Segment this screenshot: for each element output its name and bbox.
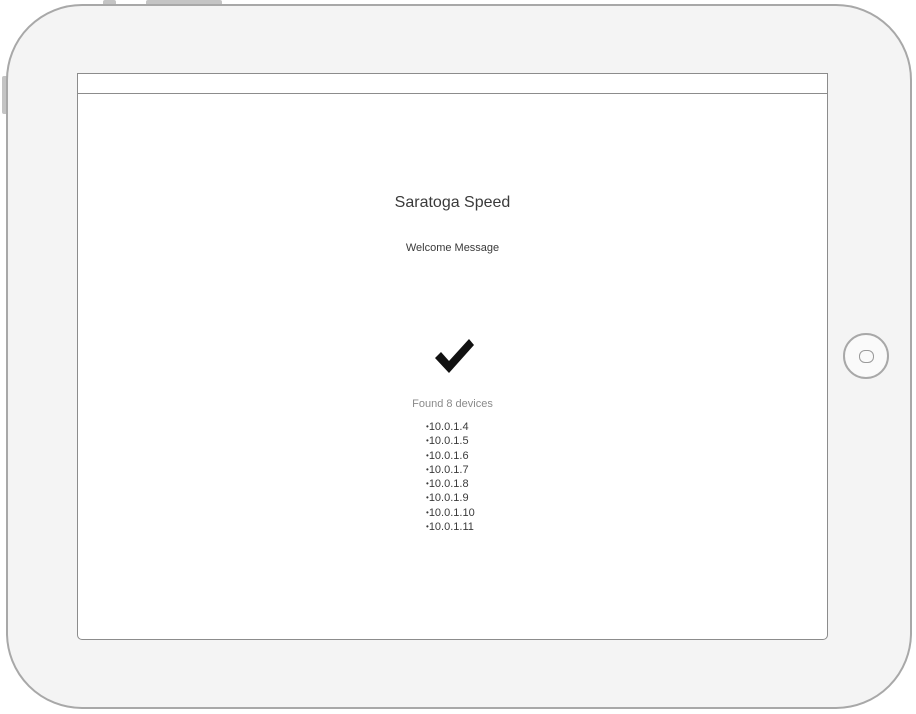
device-list-item: 10.0.1.6 (426, 449, 475, 463)
app-title: Saratoga Speed (394, 194, 511, 211)
found-devices-text: Found 8 devices (412, 398, 493, 410)
home-button-icon (858, 349, 874, 363)
status-bar (78, 74, 827, 94)
device-list: 10.0.1.410.0.1.510.0.1.610.0.1.710.0.1.8… (426, 420, 475, 534)
tablet-screen: Saratoga Speed Welcome Message Found 8 d… (77, 73, 828, 640)
device-list-item: 10.0.1.8 (426, 477, 475, 491)
device-list-item: 10.0.1.5 (426, 434, 475, 448)
home-button[interactable] (843, 333, 889, 379)
device-list-item: 10.0.1.11 (426, 520, 475, 534)
device-list-item: 10.0.1.4 (426, 420, 475, 434)
device-list-item: 10.0.1.9 (426, 491, 475, 505)
device-list-item: 10.0.1.10 (426, 506, 475, 520)
checkmark-icon (435, 339, 474, 373)
tablet-mockup: Saratoga Speed Welcome Message Found 8 d… (0, 0, 916, 714)
welcome-message: Welcome Message (405, 242, 500, 254)
device-list-item: 10.0.1.7 (426, 463, 475, 477)
